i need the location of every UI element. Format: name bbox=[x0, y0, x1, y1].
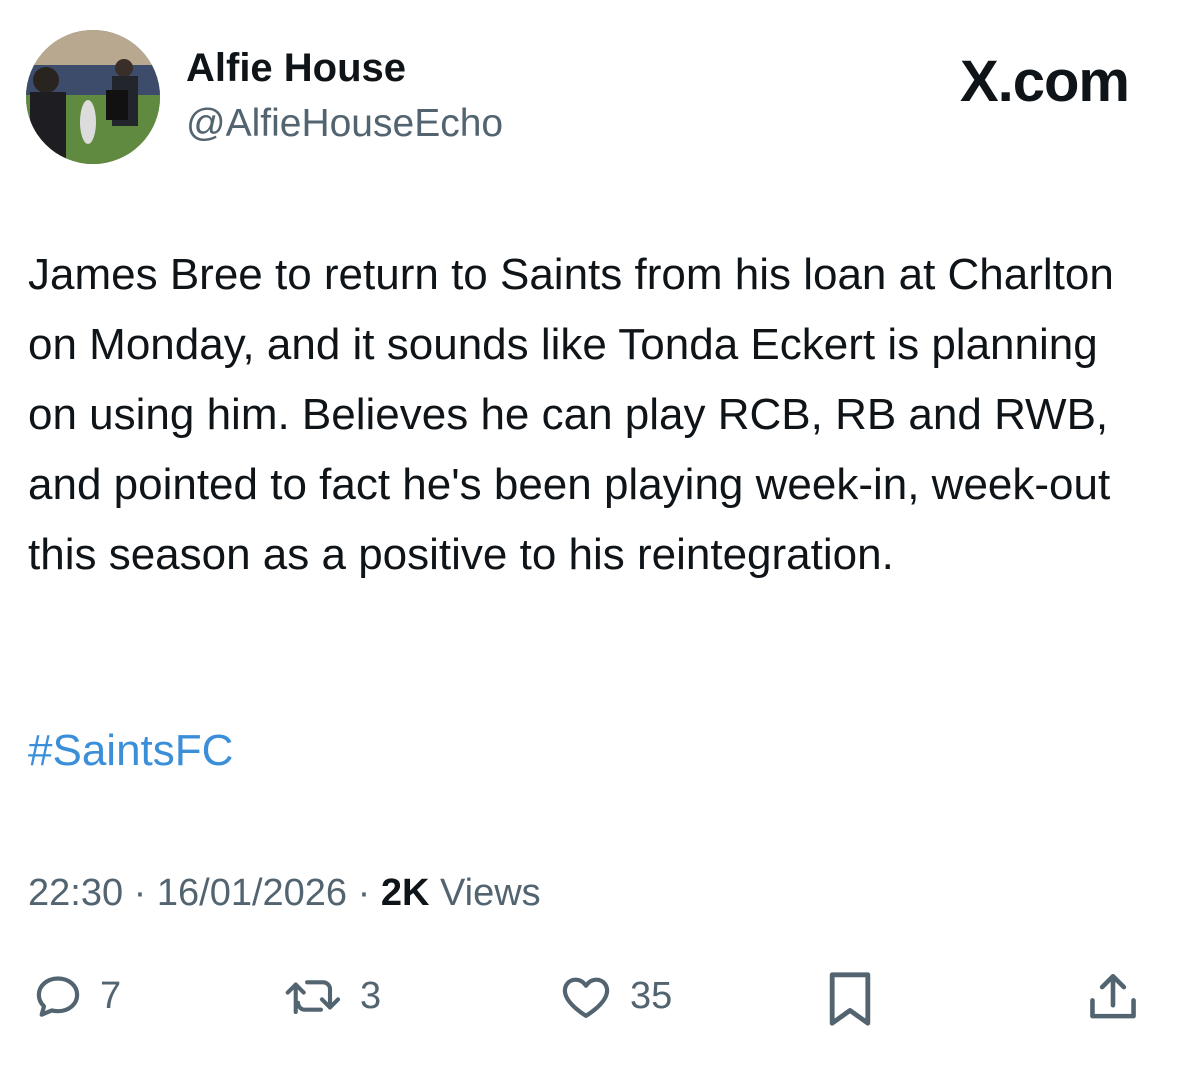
heart-icon bbox=[562, 977, 610, 1018]
hashtag-link[interactable]: #SaintsFC bbox=[28, 726, 233, 776]
bookmark-button[interactable] bbox=[822, 968, 878, 1030]
tweet-meta: 22:30 · 16/01/2026 · 2K Views bbox=[28, 872, 541, 915]
repost-button[interactable]: 3 bbox=[282, 968, 381, 1024]
avatar[interactable] bbox=[26, 30, 160, 164]
reply-icon bbox=[36, 976, 80, 1017]
reply-button[interactable]: 7 bbox=[30, 968, 121, 1024]
tweet-date: 16/01/2026 bbox=[156, 872, 348, 914]
share-icon bbox=[1090, 973, 1136, 1019]
meta-separator: · bbox=[133, 872, 147, 914]
like-button[interactable]: 35 bbox=[556, 968, 672, 1024]
x-brand-logo: X.com bbox=[959, 49, 1130, 114]
repost-count: 3 bbox=[360, 974, 382, 1017]
avatar-photo bbox=[26, 30, 160, 164]
meta-separator: · bbox=[357, 872, 371, 914]
bookmark-icon bbox=[829, 972, 871, 1026]
author-display-name[interactable]: Alfie House bbox=[186, 46, 406, 91]
tweet-time: 22:30 bbox=[28, 872, 124, 914]
repost-icon bbox=[285, 980, 341, 1015]
author-handle[interactable]: @AlfieHouseEcho bbox=[186, 102, 503, 146]
share-button[interactable] bbox=[1084, 968, 1142, 1028]
views-label: Views bbox=[439, 872, 541, 914]
views-count: 2K bbox=[380, 872, 430, 914]
reply-count: 7 bbox=[100, 974, 122, 1017]
tweet-text: James Bree to return to Saints from his … bbox=[28, 250, 1114, 579]
like-count: 35 bbox=[630, 974, 673, 1017]
action-bar: 7 3 35 bbox=[0, 968, 1179, 1038]
